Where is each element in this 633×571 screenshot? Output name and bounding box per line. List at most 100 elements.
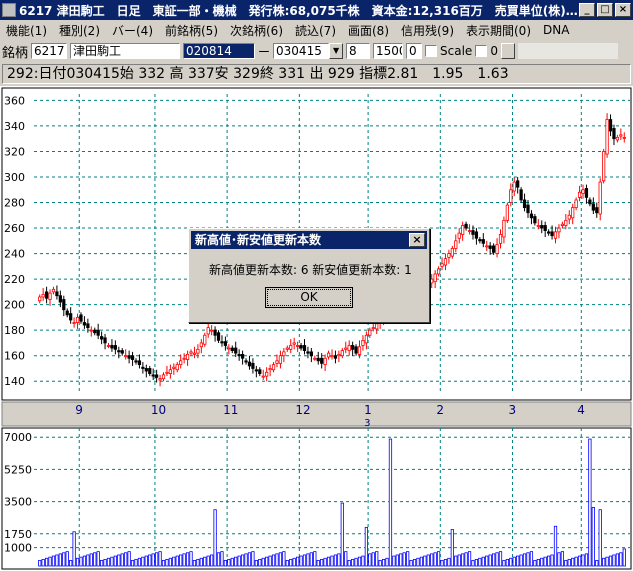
candle-body bbox=[474, 231, 479, 239]
candle-body bbox=[227, 347, 231, 350]
scrollbar-track[interactable] bbox=[517, 43, 618, 59]
volume-bar bbox=[330, 555, 334, 567]
candle-body bbox=[278, 355, 283, 364]
menu-function[interactable]: 機能(1) bbox=[0, 22, 53, 39]
date-to-combo[interactable]: 030415 ▼ bbox=[273, 43, 344, 59]
scroll-left-button[interactable] bbox=[500, 43, 515, 59]
price-tick-label: 240 bbox=[4, 248, 25, 261]
scale-label: Scale bbox=[440, 44, 473, 58]
volume-bar bbox=[522, 553, 527, 567]
volume-bar bbox=[247, 552, 252, 567]
stock-code-field[interactable]: 6217 bbox=[31, 43, 68, 59]
volume-bar bbox=[612, 554, 616, 567]
ok-button[interactable]: OK bbox=[265, 287, 353, 308]
chevron-down-icon[interactable]: ▼ bbox=[329, 43, 344, 59]
candle-body bbox=[199, 342, 203, 348]
volume-bar bbox=[113, 555, 117, 567]
close-button[interactable]: × bbox=[615, 3, 631, 17]
volume-bar bbox=[320, 558, 324, 567]
price-tick-label: 260 bbox=[4, 222, 25, 235]
volume-bar bbox=[127, 551, 131, 567]
candle-body bbox=[529, 213, 534, 219]
dialog-message: 新高値更新本数: 6 新安値更新本数: 1 bbox=[209, 263, 412, 277]
volume-bar bbox=[378, 560, 382, 567]
volume-bar bbox=[234, 556, 238, 567]
menu-period[interactable]: 表示期間(0) bbox=[460, 22, 537, 39]
candle-body bbox=[265, 371, 269, 377]
candle-body bbox=[313, 357, 317, 360]
volume-bar bbox=[543, 556, 547, 567]
volume-bar bbox=[65, 551, 69, 567]
option-checkbox[interactable] bbox=[475, 45, 488, 57]
volume-bar bbox=[237, 555, 241, 567]
volume-bar bbox=[58, 553, 62, 567]
candle-body bbox=[292, 342, 296, 345]
minimize-button[interactable]: _ bbox=[579, 3, 595, 17]
param-field-2[interactable]: 1500 bbox=[373, 43, 404, 59]
volume-bar bbox=[55, 554, 59, 567]
volume-bar bbox=[203, 556, 207, 567]
menu-prev-stock[interactable]: 前銘柄(5) bbox=[159, 22, 224, 39]
volume-bar bbox=[230, 557, 234, 567]
volume-bar bbox=[491, 553, 496, 567]
maximize-button[interactable]: □ bbox=[597, 3, 613, 17]
candle-body bbox=[615, 137, 620, 141]
menu-bar-style[interactable]: バー(4) bbox=[106, 22, 159, 39]
volume-tick-label: 5250 bbox=[4, 463, 32, 476]
menu-next-stock[interactable]: 次銘柄(6) bbox=[224, 22, 289, 39]
price-tick-label: 340 bbox=[4, 120, 25, 133]
candle-body bbox=[62, 299, 66, 311]
candle-body bbox=[254, 369, 258, 372]
volume-bar bbox=[148, 554, 152, 567]
menu-type[interactable]: 種別(2) bbox=[53, 22, 106, 39]
volume-bar bbox=[51, 555, 56, 567]
volume-bar bbox=[340, 502, 344, 567]
param-field-1[interactable]: 8 bbox=[346, 43, 371, 59]
candle-body bbox=[247, 361, 252, 367]
price-tick-label: 220 bbox=[4, 273, 25, 286]
volume-bar bbox=[72, 531, 76, 567]
candle-body bbox=[488, 245, 492, 249]
volume-bar bbox=[240, 554, 245, 567]
new-high-low-dialog: 新高値･新安値更新本数 × 新高値更新本数: 6 新安値更新本数: 1 OK bbox=[188, 228, 430, 323]
volume-bar bbox=[619, 552, 623, 567]
volume-bar bbox=[175, 555, 179, 567]
param-field-3[interactable]: 0 bbox=[406, 43, 423, 59]
price-tick-label: 160 bbox=[4, 350, 25, 363]
volume-bar bbox=[110, 556, 114, 567]
candle-body bbox=[598, 181, 602, 215]
candle-body bbox=[206, 327, 210, 335]
candle-body bbox=[316, 357, 320, 362]
volume-bar bbox=[419, 556, 424, 567]
stock-name-field[interactable]: 津田駒工 bbox=[70, 43, 181, 59]
volume-bar bbox=[261, 557, 265, 567]
dialog-close-button[interactable]: × bbox=[409, 233, 425, 247]
candle-body bbox=[96, 329, 100, 336]
volume-bar bbox=[502, 560, 506, 567]
date-to-field[interactable]: 030415 bbox=[273, 43, 330, 59]
scale-checkbox[interactable] bbox=[425, 45, 438, 57]
candle-body bbox=[282, 351, 286, 357]
menu-screen[interactable]: 画面(8) bbox=[342, 22, 395, 39]
volume-bar bbox=[560, 551, 565, 567]
candle-body bbox=[237, 354, 241, 357]
volume-bar bbox=[440, 560, 444, 567]
month-label: 9 bbox=[75, 403, 83, 417]
price-tick-label: 180 bbox=[4, 324, 25, 337]
volume-bar bbox=[388, 438, 393, 567]
volume-bar bbox=[409, 560, 413, 567]
menu-load[interactable]: 読込(7) bbox=[289, 22, 342, 39]
candle-body bbox=[619, 134, 623, 137]
volume-bar bbox=[447, 557, 451, 567]
menu-margin[interactable]: 信用残(9) bbox=[395, 22, 460, 39]
volume-bar bbox=[467, 551, 472, 567]
volume-bar bbox=[347, 560, 351, 567]
candle-body bbox=[72, 322, 76, 324]
menu-dna[interactable]: DNA bbox=[537, 23, 575, 37]
date-from-field[interactable]: 020814 bbox=[183, 43, 256, 59]
volume-bar bbox=[220, 551, 224, 567]
stock-label: 銘柄 bbox=[2, 45, 29, 61]
volume-bar bbox=[485, 555, 489, 567]
title-bar: 6217 津田駒工 日足 東証一部・機械 発行株:68,075千株 資本金:12… bbox=[0, 0, 633, 20]
volume-bar bbox=[519, 554, 523, 567]
